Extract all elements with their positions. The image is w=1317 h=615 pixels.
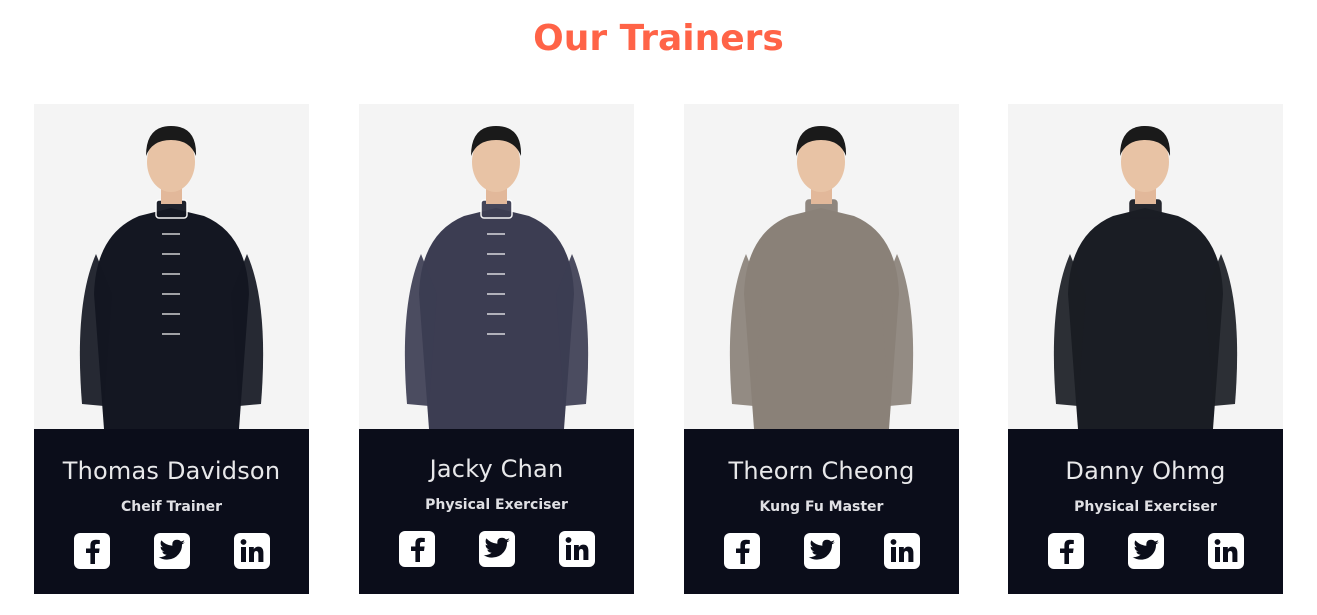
linkedin-icon[interactable] [558, 531, 595, 567]
social-links [73, 533, 270, 569]
trainer-role: Kung Fu Master [759, 499, 884, 515]
trainer-photo [684, 104, 959, 429]
trainer-info-panel: Thomas Davidson Cheif Trainer [34, 429, 309, 594]
facebook-icon[interactable] [73, 533, 110, 569]
twitter-icon[interactable] [153, 533, 190, 569]
facebook-icon[interactable] [1047, 533, 1084, 569]
trainer-name: Jacky Chan [429, 455, 564, 483]
trainer-name: Danny Ohmg [1065, 457, 1226, 485]
linkedin-icon[interactable] [1207, 533, 1244, 569]
trainer-photo [359, 104, 634, 429]
twitter-icon[interactable] [478, 531, 515, 567]
trainer-role: Physical Exerciser [425, 497, 568, 513]
trainer-info-panel: Theorn Cheong Kung Fu Master [684, 429, 959, 594]
trainer-card: Theorn Cheong Kung Fu Master [684, 104, 959, 594]
trainer-photo [34, 104, 309, 429]
trainer-card: Thomas Davidson Cheif Trainer [34, 104, 309, 594]
trainer-card: Danny Ohmg Physical Exerciser [1008, 104, 1283, 594]
social-links [398, 531, 595, 567]
social-links [1047, 533, 1244, 569]
trainer-role: Physical Exerciser [1074, 499, 1217, 515]
trainer-info-panel: Danny Ohmg Physical Exerciser [1008, 429, 1283, 594]
linkedin-icon[interactable] [883, 533, 920, 569]
twitter-icon[interactable] [803, 533, 840, 569]
linkedin-icon[interactable] [233, 533, 270, 569]
trainer-role: Cheif Trainer [120, 499, 223, 515]
trainer-info-panel: Jacky Chan Physical Exerciser [359, 427, 634, 594]
trainer-card: Jacky Chan Physical Exerciser [359, 104, 634, 594]
trainer-name: Thomas Davidson [62, 457, 281, 485]
facebook-icon[interactable] [398, 531, 435, 567]
trainer-photo [1008, 104, 1283, 429]
trainer-name: Theorn Cheong [728, 457, 915, 485]
section-title: Our Trainers [533, 18, 784, 59]
twitter-icon[interactable] [1127, 533, 1164, 569]
social-links [723, 533, 920, 569]
facebook-icon[interactable] [723, 533, 760, 569]
